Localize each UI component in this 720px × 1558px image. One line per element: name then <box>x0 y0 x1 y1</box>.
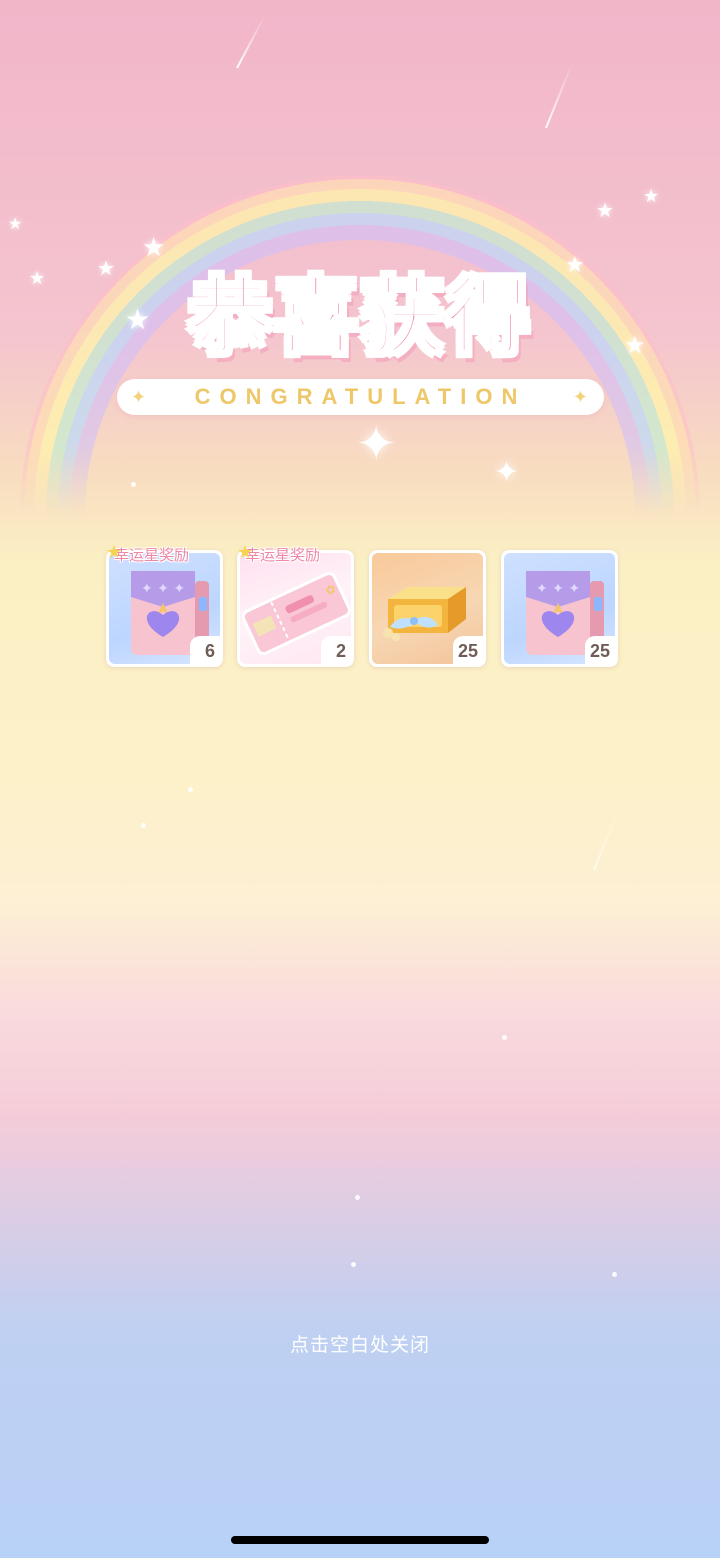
shooting-star-icon <box>236 14 267 69</box>
home-indicator[interactable] <box>231 1536 489 1544</box>
star-icon: ★ <box>8 214 23 233</box>
star-icon: ★ <box>237 542 254 563</box>
reward-list: ✦ ✦ ✦ ★ 幸运星奖励 6 ✿ ★ 幸运星奖励 2 25 ✦ ✦ ✦ 25 <box>106 542 626 670</box>
sparkle-dot <box>355 1195 360 1200</box>
popup-title: 恭喜获得 <box>186 267 532 368</box>
reward-count: 2 <box>321 636 351 664</box>
sparkle-dot <box>502 1035 507 1040</box>
sparkle-icon: ✦ <box>494 455 520 490</box>
close-hint[interactable]: 点击空白处关闭 <box>0 1330 720 1357</box>
shooting-star-icon <box>545 62 574 129</box>
badge-label: 幸运星奖励 <box>245 546 321 564</box>
subtitle-text: CONGRATULATION <box>194 384 527 409</box>
sparkle-dot <box>141 823 146 828</box>
reward-count: 25 <box>452 636 483 664</box>
reward-item[interactable]: ✿ ★ 幸运星奖励 2 <box>237 542 354 667</box>
reward-item[interactable]: ✦ ✦ ✦ 25 <box>501 550 618 667</box>
reward-count: 25 <box>584 636 615 664</box>
reward-item[interactable]: ✦ ✦ ✦ ★ 幸运星奖励 6 <box>106 542 223 667</box>
badge-label: 幸运星奖励 <box>114 546 190 564</box>
svg-text:✦ ✦ ✦: ✦ ✦ ✦ <box>536 581 580 597</box>
sparkle-icon: ✦ <box>572 387 588 408</box>
subtitle-banner: ✦ CONGRATULATION ✦ <box>117 379 604 415</box>
sparkle-dot <box>612 1272 617 1277</box>
star-icon: ★ <box>596 198 614 222</box>
lucky-star-badge: ★ 幸运星奖励 <box>237 542 321 565</box>
reward-item[interactable]: 25 <box>369 550 486 667</box>
sparkle-dot <box>351 1262 356 1267</box>
star-icon: ★ <box>643 186 660 207</box>
sparkle-dot <box>188 787 193 792</box>
sparkle-icon: ✦ <box>356 416 397 472</box>
reward-count: 6 <box>190 636 220 664</box>
shooting-star-icon <box>593 813 618 871</box>
sparkle-dot <box>131 482 136 487</box>
lucky-star-badge: ★ 幸运星奖励 <box>106 542 190 565</box>
star-icon: ★ <box>106 542 123 563</box>
svg-text:✦ ✦ ✦: ✦ ✦ ✦ <box>141 581 185 597</box>
